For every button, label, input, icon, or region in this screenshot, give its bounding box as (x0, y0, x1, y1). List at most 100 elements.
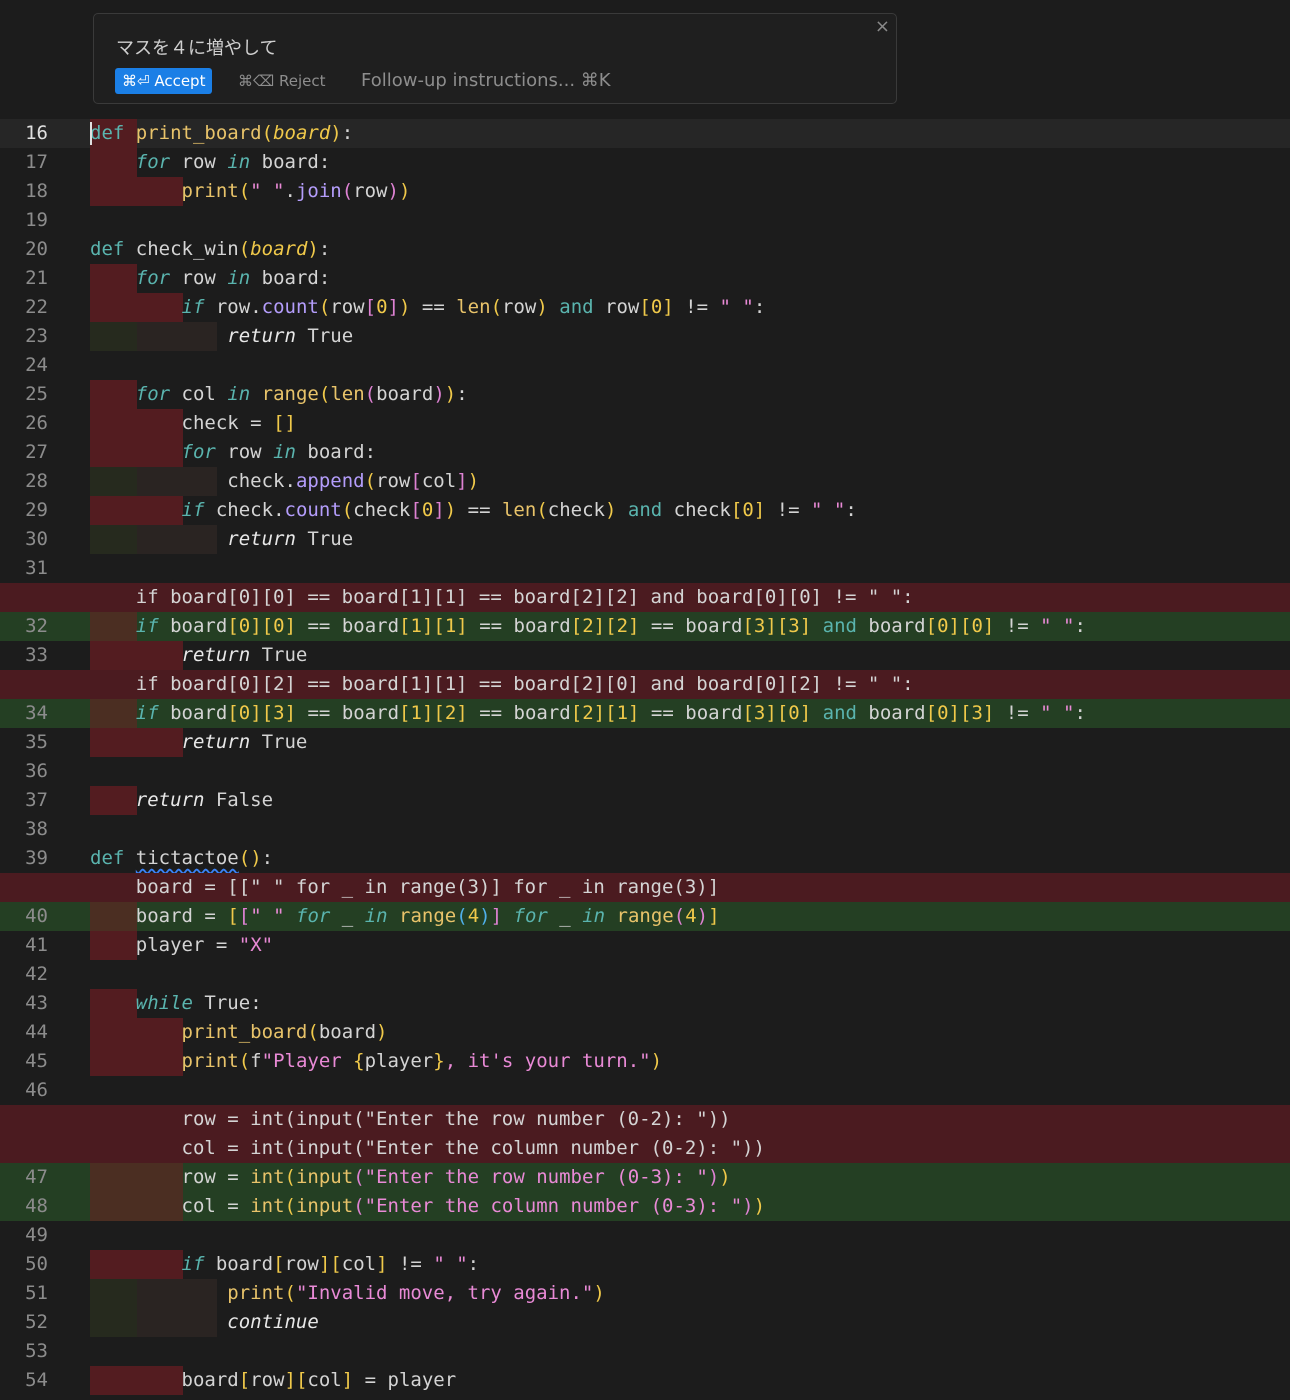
line-number: 30 (25, 528, 48, 550)
line-number: 36 (25, 760, 48, 782)
code-line[interactable]: 22 if row.count(row[0]) == len(row) and … (0, 293, 1290, 322)
code-line[interactable]: 53 (0, 1337, 1290, 1366)
code-line[interactable]: 21 for row in board: (0, 264, 1290, 293)
line-number: 32 (25, 615, 48, 637)
line-number: 26 (25, 412, 48, 434)
added-code-line[interactable]: 32 if board[0][0] == board[1][1] == boar… (0, 612, 1290, 641)
code-editor[interactable]: マスを４に増やして × ⌘⏎ Accept ⌘⌫ Reject Follow-u… (0, 0, 1290, 1400)
code-text: print(f"Player {player}, it's your turn.… (181, 1050, 663, 1072)
code-line[interactable]: 23 return True (0, 322, 1290, 351)
code-text: return True (181, 731, 308, 753)
code-line[interactable]: 46 (0, 1076, 1290, 1105)
code-text: return True (227, 528, 354, 550)
added-code-line[interactable]: 34 if board[0][3] == board[1][2] == boar… (0, 699, 1290, 728)
line-number: 50 (25, 1253, 48, 1275)
code-text: return False (135, 789, 274, 811)
added-code-line[interactable]: 47 row = int(input("Enter the row number… (0, 1163, 1290, 1192)
line-number: 43 (25, 992, 48, 1014)
line-number: 23 (25, 325, 48, 347)
deleted-code-line[interactable]: col = int(input("Enter the column number… (0, 1134, 1290, 1163)
line-number: 45 (25, 1050, 48, 1072)
code-line[interactable]: 17 for row in board: (0, 148, 1290, 177)
line-number: 52 (25, 1311, 48, 1333)
line-number: 37 (25, 789, 48, 811)
line-number: 47 (25, 1166, 48, 1188)
deleted-code-line[interactable]: row = int(input("Enter the row number (0… (0, 1105, 1290, 1134)
code-text: for row in board: (135, 267, 331, 289)
code-text: def print_board(board): (90, 122, 354, 144)
code-line[interactable]: 52 continue (0, 1308, 1290, 1337)
code-text: return True (227, 325, 354, 347)
code-line[interactable]: 19 (0, 206, 1290, 235)
code-line[interactable]: 51 print("Invalid move, try again.") (0, 1279, 1290, 1308)
code-line[interactable]: 38 (0, 815, 1290, 844)
code-text: row = int(input("Enter the row number (0… (181, 1166, 731, 1188)
code-text: for row in board: (135, 151, 331, 173)
code-line[interactable]: 20 def check_win(board): (0, 235, 1290, 264)
code-line[interactable]: 26 check = [] (0, 409, 1290, 438)
code-line[interactable]: 16 def print_board(board): (0, 119, 1290, 148)
line-number: 42 (25, 963, 48, 985)
line-number: 21 (25, 267, 48, 289)
code-line[interactable]: 49 (0, 1221, 1290, 1250)
code-line[interactable]: 41 player = "X" (0, 931, 1290, 960)
code-line[interactable]: 45 print(f"Player {player}, it's your tu… (0, 1047, 1290, 1076)
followup-input[interactable]: Follow-up instructions... ⌘K (361, 68, 611, 94)
line-number: 39 (25, 847, 48, 869)
code-line[interactable]: 50 if board[row][col] != " ": (0, 1250, 1290, 1279)
code-line[interactable]: 27 for row in board: (0, 438, 1290, 467)
code-text: return True (181, 644, 308, 666)
line-number: 20 (25, 238, 48, 260)
code-line[interactable]: 33 return True (0, 641, 1290, 670)
code-text: player = "X" (135, 934, 274, 956)
added-code-line[interactable]: 48 col = int(input("Enter the column num… (0, 1192, 1290, 1221)
code-text: board[row][col] = player (181, 1369, 457, 1391)
code-text: if board[0][2] == board[1][1] == board[2… (90, 673, 914, 695)
deleted-code-line[interactable]: board = [[" " for _ in range(3)] for _ i… (0, 873, 1290, 902)
code-text: if board[0][3] == board[1][2] == board[2… (135, 702, 1086, 724)
line-number: 29 (25, 499, 48, 521)
code-line[interactable]: 44 print_board(board) (0, 1018, 1290, 1047)
code-text: print_board(board) (181, 1021, 388, 1043)
code-line[interactable]: 24 (0, 351, 1290, 380)
code-text: def check_win(board): (90, 238, 331, 260)
added-code-line[interactable]: 40 board = [[" " for _ in range(4)] for … (0, 902, 1290, 931)
line-number: 46 (25, 1079, 48, 1101)
deleted-code-line[interactable]: if board[0][2] == board[1][1] == board[2… (0, 670, 1290, 699)
code-text: if check.count(check[0]) == len(check) a… (181, 499, 857, 521)
line-number: 18 (25, 180, 48, 202)
code-text: print("Invalid move, try again.") (227, 1282, 605, 1304)
code-line[interactable]: 42 (0, 960, 1290, 989)
code-line[interactable]: 54 board[row][col] = player (0, 1366, 1290, 1395)
code-text: for row in board: (181, 441, 377, 463)
line-number: 35 (25, 731, 48, 753)
text-cursor (90, 122, 92, 145)
deleted-code-line[interactable]: if board[0][0] == board[1][1] == board[2… (0, 583, 1290, 612)
code-line[interactable]: 35 return True (0, 728, 1290, 757)
line-number: 49 (25, 1224, 48, 1246)
code-text: check.append(row[col]) (227, 470, 480, 492)
code-line[interactable]: 43 while True: (0, 989, 1290, 1018)
code-line[interactable]: 37 return False (0, 786, 1290, 815)
code-line[interactable]: 31 (0, 554, 1290, 583)
code-line[interactable]: 25 for col in range(len(board)): (0, 380, 1290, 409)
code-line[interactable]: 39 def tictactoe(): (0, 844, 1290, 873)
accept-button[interactable]: ⌘⏎ Accept (115, 68, 213, 94)
reject-button[interactable]: ⌘⌫ Reject (238, 68, 325, 94)
code-line[interactable]: 29 if check.count(check[0]) == len(check… (0, 496, 1290, 525)
inline-prompt-widget: マスを４に増やして × ⌘⏎ Accept ⌘⌫ Reject Follow-u… (93, 13, 897, 104)
code-text: check = [] (181, 412, 296, 434)
code-line[interactable]: 30 return True (0, 525, 1290, 554)
code-line[interactable]: 36 (0, 757, 1290, 786)
code-text: row = int(input("Enter the row number (0… (90, 1108, 731, 1130)
line-number: 40 (25, 905, 48, 927)
code-line[interactable]: 28 check.append(row[col]) (0, 467, 1290, 496)
line-number: 16 (25, 122, 48, 144)
close-icon[interactable]: × (875, 16, 890, 37)
line-number: 25 (25, 383, 48, 405)
line-number: 22 (25, 296, 48, 318)
line-number: 17 (25, 151, 48, 173)
code-text: print(" ".join(row)) (181, 180, 411, 202)
line-number: 19 (25, 209, 48, 231)
code-line[interactable]: 18 print(" ".join(row)) (0, 177, 1290, 206)
